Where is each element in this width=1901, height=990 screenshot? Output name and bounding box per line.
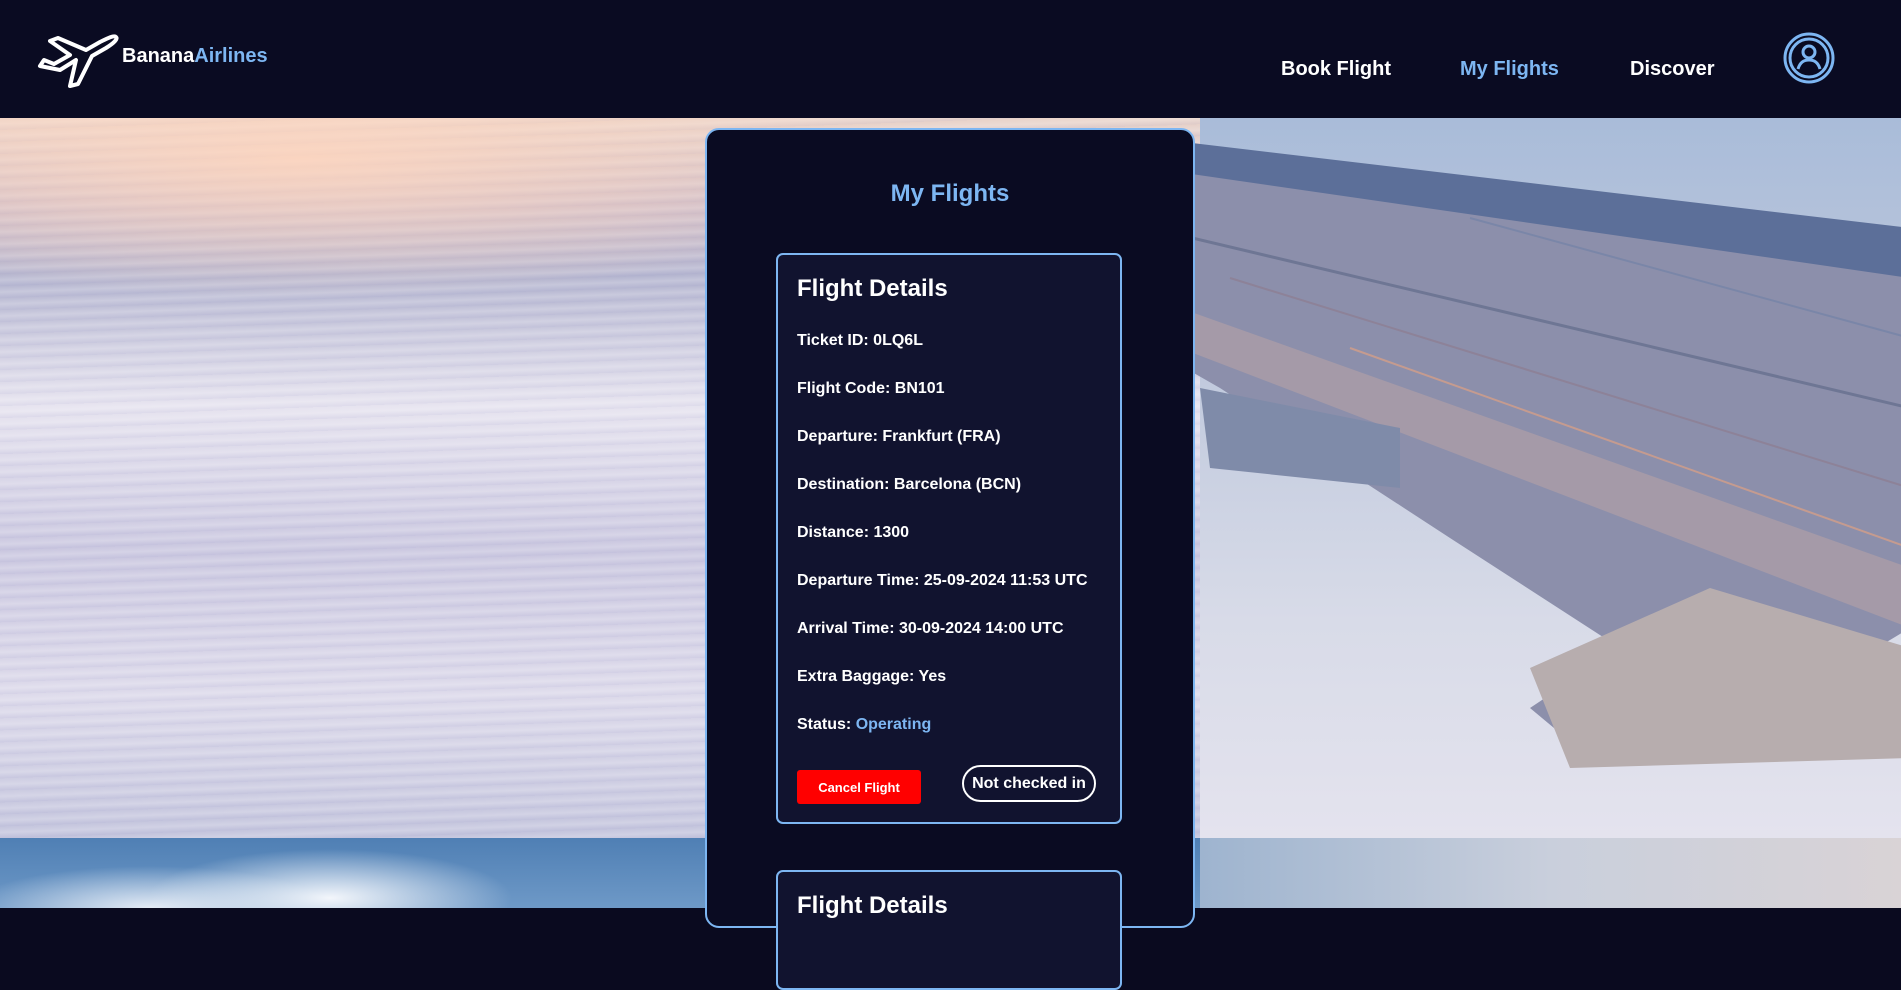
status-value: Operating (855, 716, 932, 733)
airplane-icon (38, 34, 119, 88)
top-navbar: BananaAirlines Book Flight My Flights Di… (0, 0, 1901, 118)
ticket-id: Ticket ID: 0LQ6L (797, 332, 923, 349)
flight-details-card: Flight Details Ticket ID: 0LQ6L Flight C… (776, 253, 1122, 824)
cancel-flight-button[interactable]: Cancel Flight (797, 770, 921, 804)
card-title: Flight Details (797, 892, 948, 919)
flight-status: Status: Operating (797, 716, 931, 734)
sky-image-bottom (1200, 838, 1901, 908)
brand-name: BananaAirlines (122, 45, 268, 68)
user-circle-icon[interactable] (1783, 32, 1835, 84)
checkin-status-badge[interactable]: Not checked in (962, 765, 1096, 802)
brand-logo[interactable]: BananaAirlines (36, 30, 268, 90)
distance: Distance: 1300 (797, 524, 910, 541)
brand-name-accent: Airlines (194, 45, 268, 67)
page-title: My Flights (890, 180, 1010, 207)
departure: Departure: Frankfurt (FRA) (797, 428, 1001, 445)
my-flights-panel: My Flights Flight Details Ticket ID: 0LQ… (705, 128, 1195, 990)
nav-my-flights[interactable]: My Flights (1460, 58, 1559, 81)
arrival-time: Arrival Time: 30-09-2024 14:00 UTC (797, 620, 1064, 637)
nav-book-flight[interactable]: Book Flight (1281, 58, 1391, 81)
extra-baggage: Extra Baggage: Yes (797, 668, 947, 685)
airplane-wing-image (1150, 138, 1901, 768)
brand-name-primary: Banana (122, 45, 195, 67)
card-title: Flight Details (797, 275, 948, 302)
nav-discover[interactable]: Discover (1630, 58, 1715, 81)
flight-details-card: Flight Details (776, 870, 1122, 990)
departure-time: Departure Time: 25-09-2024 11:53 UTC (797, 572, 1088, 589)
flight-code: Flight Code: BN101 (797, 380, 945, 397)
destination: Destination: Barcelona (BCN) (797, 476, 1022, 493)
status-label: Status: (797, 716, 852, 733)
